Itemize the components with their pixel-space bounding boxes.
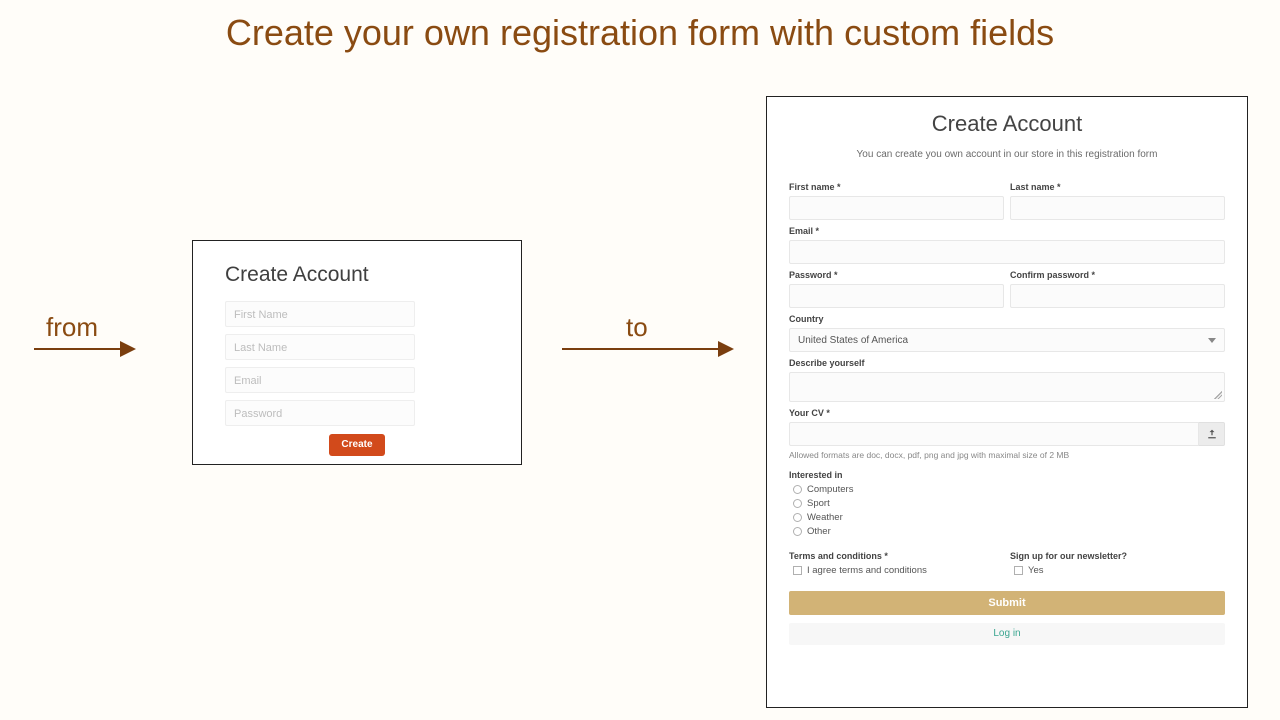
confirm-password-field[interactable]	[1010, 284, 1225, 308]
describe-textarea[interactable]	[789, 372, 1225, 402]
interest-label: Sport	[807, 498, 830, 509]
password-label: Password *	[789, 270, 1004, 280]
submit-button[interactable]: Submit	[789, 591, 1225, 615]
simple-form-card: Create Account First Name Last Name Emai…	[192, 240, 522, 465]
arrow-from-icon	[34, 348, 134, 350]
interest-option[interactable]: Weather	[793, 512, 1225, 523]
password-field[interactable]	[789, 284, 1004, 308]
label-from: from	[46, 312, 98, 343]
cv-label: Your CV *	[789, 408, 1225, 418]
country-select[interactable]: United States of America	[789, 328, 1225, 352]
last-name-label: Last name *	[1010, 182, 1225, 192]
country-value: United States of America	[798, 335, 908, 346]
describe-label: Describe yourself	[789, 358, 1225, 368]
cv-file-input[interactable]	[789, 422, 1199, 446]
radio-icon	[793, 499, 802, 508]
interest-label: Weather	[807, 512, 843, 523]
newsletter-checkbox[interactable]: Yes	[1014, 565, 1225, 576]
last-name-field[interactable]	[1010, 196, 1225, 220]
confirm-password-label: Confirm password *	[1010, 270, 1225, 280]
rich-form-card: Create Account You can create you own ac…	[766, 96, 1248, 708]
email-input[interactable]: Email	[225, 367, 415, 393]
interest-label: Computers	[807, 484, 853, 495]
create-button[interactable]: Create	[329, 434, 385, 456]
radio-icon	[793, 527, 802, 536]
login-button[interactable]: Log in	[789, 623, 1225, 645]
arrow-to-icon	[562, 348, 732, 350]
interest-option[interactable]: Sport	[793, 498, 1225, 509]
chevron-down-icon	[1208, 338, 1216, 343]
radio-icon	[793, 485, 802, 494]
checkbox-icon	[793, 566, 802, 575]
first-name-field[interactable]	[789, 196, 1004, 220]
interested-label: Interested in	[789, 470, 1225, 480]
last-name-input[interactable]: Last Name	[225, 334, 415, 360]
simple-form-title: Create Account	[225, 263, 489, 287]
interest-label: Other	[807, 526, 831, 537]
terms-checkbox[interactable]: I agree terms and conditions	[793, 565, 1004, 576]
label-to: to	[626, 312, 648, 343]
email-label: Email *	[789, 226, 1225, 236]
cv-hint: Allowed formats are doc, docx, pdf, png …	[789, 450, 1225, 460]
interest-option[interactable]: Other	[793, 526, 1225, 537]
password-input[interactable]: Password	[225, 400, 415, 426]
first-name-input[interactable]: First Name	[225, 301, 415, 327]
upload-button[interactable]	[1199, 422, 1225, 446]
page-title: Create your own registration form with c…	[0, 12, 1280, 54]
radio-icon	[793, 513, 802, 522]
rich-form-title: Create Account	[789, 111, 1225, 137]
first-name-label: First name *	[789, 182, 1004, 192]
rich-form-subtitle: You can create you own account in our st…	[789, 149, 1225, 160]
interest-option[interactable]: Computers	[793, 484, 1225, 495]
newsletter-text: Yes	[1028, 565, 1044, 576]
terms-text: I agree terms and conditions	[807, 565, 927, 576]
country-label: Country	[789, 314, 1225, 324]
checkbox-icon	[1014, 566, 1023, 575]
newsletter-label: Sign up for our newsletter?	[1010, 551, 1225, 561]
terms-label: Terms and conditions *	[789, 551, 1004, 561]
email-field[interactable]	[789, 240, 1225, 264]
upload-icon	[1207, 429, 1217, 439]
